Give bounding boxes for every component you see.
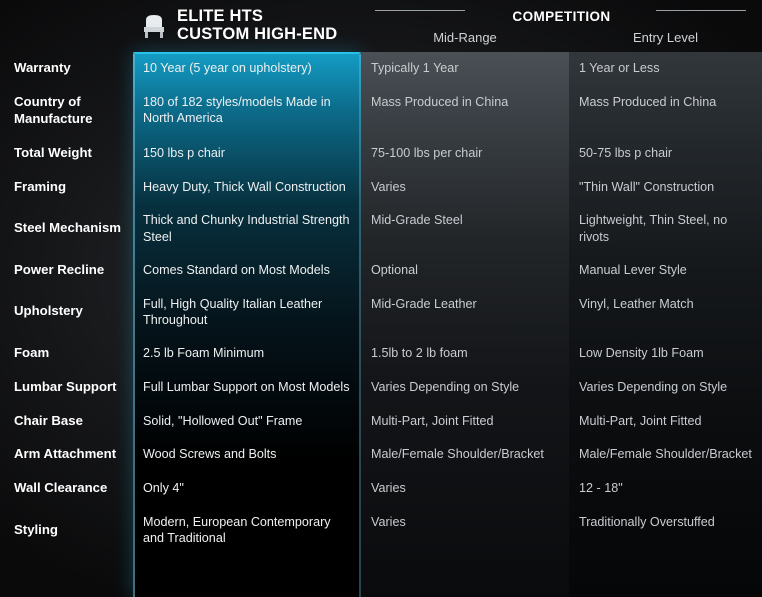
- entry-level-cell: Manual Lever Style: [579, 262, 687, 277]
- elite-cell: Solid, "Hollowed Out" Frame: [143, 413, 303, 428]
- entry-level-cell: Vinyl, Leather Match: [579, 296, 694, 311]
- mid-range-cell: 75-100 lbs per chair: [371, 145, 483, 160]
- elite-header-title-line2: CUSTOM HIGH-END: [177, 25, 338, 43]
- elite-cell: Comes Standard on Most Models: [143, 262, 330, 277]
- elite-cell: 2.5 lb Foam Minimum: [143, 345, 265, 360]
- mid-range-cell: Mid-Grade Steel: [371, 213, 463, 228]
- elite-cell: 150 lbs p chair: [143, 145, 225, 160]
- row-label: Total Weight: [14, 144, 92, 160]
- mid-range-cell: Mass Produced in China: [371, 94, 509, 109]
- mid-range-cell: Varies: [371, 515, 406, 530]
- entry-level-cell: "Thin Wall" Construction: [579, 179, 715, 194]
- mid-range-header-label: Mid-Range: [433, 30, 497, 45]
- mid-range-cell: Varies: [371, 179, 406, 194]
- row-label: Steel Mechanism: [14, 220, 122, 236]
- mid-range-cell: Varies Depending on Style: [371, 379, 520, 394]
- mid-range-cell: Mid-Grade Leather: [371, 296, 477, 311]
- mid-range-cell: Typically 1 Year: [371, 61, 459, 75]
- elite-header-title-line1: ELITE HTS: [177, 7, 264, 26]
- entry-level-cell: Traditionally Overstuffed: [579, 515, 715, 530]
- entry-level-cell: Multi-Part, Joint Fitted: [579, 413, 702, 428]
- row-label: Lumbar Support: [14, 378, 117, 394]
- mid-range-cell: Optional: [371, 262, 418, 277]
- entry-level-header-label: Entry Level: [632, 30, 699, 45]
- elite-cell: 10 Year (5 year on upholstery): [143, 61, 312, 75]
- entry-level-cell: 12 - 18": [579, 481, 623, 496]
- elite-cell: Full Lumbar Support on Most Models: [143, 379, 350, 394]
- elite-cell: Thick and Chunky Industrial Strength Ste…: [143, 213, 350, 244]
- elite-cell: Full, High Quality Italian Leather Throu…: [143, 296, 323, 327]
- row-label: Country of Manufacture: [14, 93, 93, 126]
- comparison-chart: COMPETITION Mid-Range Entry Level ELITE …: [0, 0, 762, 597]
- row-label: Upholstery: [14, 303, 83, 319]
- header-spacer: [0, 0, 133, 52]
- elite-header: ELITE HTS CUSTOM HIGH-END: [133, 0, 361, 52]
- mid-range-cell: Multi-Part, Joint Fitted: [371, 413, 494, 428]
- entry-level-cell: 50-75 lbs p chair: [579, 145, 673, 160]
- entry-level-cell: Male/Female Shoulder/Bracket: [579, 447, 752, 462]
- row-label: Power Recline: [14, 261, 105, 277]
- entry-level-cell: Mass Produced in China: [579, 94, 717, 109]
- competition-title: COMPETITION: [512, 9, 611, 24]
- comparison-grid: ELITE HTS CUSTOM HIGH-END Warranty 10 Ye…: [0, 0, 762, 555]
- elite-cell: Wood Screws and Bolts: [143, 447, 277, 462]
- chair-icon: [139, 11, 169, 41]
- entry-level-cell: Low Density 1lb Foam: [579, 345, 704, 360]
- elite-cell: 180 of 182 styles/models Made in North A…: [143, 94, 331, 125]
- row-label: Chair Base: [14, 412, 83, 428]
- row-label: Arm Attachment: [14, 446, 117, 462]
- row-label: Wall Clearance: [14, 480, 108, 496]
- entry-level-cell: Varies Depending on Style: [579, 379, 728, 394]
- mid-range-cell: Varies: [371, 481, 406, 496]
- mid-range-cell: Male/Female Shoulder/Bracket: [371, 447, 544, 462]
- entry-level-cell: Lightweight, Thin Steel, no rivots: [579, 213, 728, 244]
- elite-cell: Modern, European Contemporary and Tradit…: [143, 515, 331, 546]
- elite-cell: Heavy Duty, Thick Wall Construction: [143, 179, 346, 194]
- elite-cell: Only 4": [143, 481, 184, 496]
- elite-header-title: ELITE HTS CUSTOM HIGH-END: [177, 7, 338, 44]
- row-label: Framing: [14, 178, 67, 194]
- entry-level-cell: 1 Year or Less: [579, 61, 660, 75]
- competition-header: COMPETITION Mid-Range Entry Level: [361, 0, 762, 52]
- row-label: Styling: [14, 521, 58, 537]
- mid-range-cell: 1.5lb to 2 lb foam: [371, 345, 468, 360]
- row-label: Warranty: [14, 60, 71, 75]
- row-label: Foam: [14, 344, 50, 360]
